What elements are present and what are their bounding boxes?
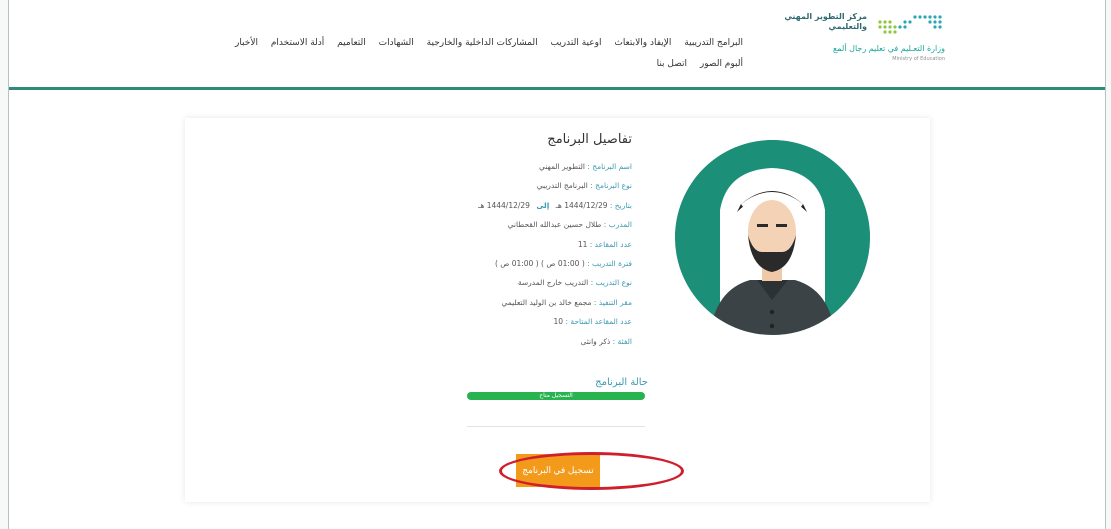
- detail-value: ذكر وانثى: [580, 336, 611, 346]
- nav-row-1: البرامج التدريبية الإيفاد والابتعاث اوعي…: [183, 38, 743, 48]
- detail-label: عدد المقاعد :: [589, 239, 632, 249]
- detail-date: بتاريخ : 1444/12/29 هـ إلى 1444/12/29 هـ: [372, 196, 632, 215]
- detail-seats: عدد المقاعد : 11: [372, 235, 632, 254]
- program-status-bar: التسجيل متاح: [467, 392, 645, 400]
- detail-value: 11: [577, 239, 588, 249]
- detail-label: المدرب :: [603, 220, 632, 230]
- site-header: مركز التطوير المهني والتعليمي وزارة التع…: [9, 0, 1105, 90]
- detail-available-seats: عدد المقاعد المتاحة : 10: [372, 312, 632, 331]
- detail-value: 1444/12/29 هـ: [555, 200, 608, 210]
- date-to-label: إلى: [536, 200, 550, 210]
- detail-label: نوع البرنامج :: [590, 181, 632, 191]
- detail-label: مقر التنفيذ :: [593, 297, 632, 307]
- detail-program-name: اسم البرنامج : التطوير المهني: [372, 157, 632, 176]
- detail-value: طلال حسين عبدالله القحطاني: [507, 220, 602, 230]
- nav-item-training-vessels[interactable]: اوعية التدريب: [550, 38, 601, 48]
- detail-value: التدريب خارج المدرسة: [517, 278, 589, 288]
- detail-label: اسم البرنامج :: [587, 162, 632, 171]
- detail-value: التطوير المهني: [539, 162, 585, 171]
- detail-program-type: نوع البرنامج : البرنامج التدريبي: [372, 176, 632, 195]
- program-title: تفاصيل البرنامج: [547, 132, 632, 147]
- detail-trainer: المدرب : طلال حسين عبدالله القحطاني: [372, 215, 632, 234]
- person-avatar-icon: [675, 140, 870, 335]
- logo-dots-icon: [878, 15, 942, 34]
- detail-label: فترة التدريب :: [587, 258, 632, 268]
- detail-value: 10: [553, 317, 564, 327]
- nav-item-contact[interactable]: اتصل بنا: [657, 59, 687, 69]
- detail-label: نوع التدريب :: [590, 278, 632, 288]
- nav-item-news[interactable]: الأخبار: [235, 38, 258, 48]
- nav-item-delegation[interactable]: الإيفاد والابتعاث: [614, 38, 671, 48]
- nav-item-participations[interactable]: المشاركات الداخلية والخارجية: [427, 38, 538, 48]
- ministry-name: وزارة التعـليم في تعليم رجال ألمع: [833, 44, 945, 53]
- detail-category: الفئة : ذكر وانثى: [372, 332, 633, 351]
- detail-value: ( 01:00 ص ) ( 01:00 ص ): [494, 258, 585, 268]
- nav-item-user-guides[interactable]: أدلة الاستخدام: [271, 38, 324, 48]
- nav-item-circulars[interactable]: التعاميم: [337, 38, 366, 48]
- program-details: تفاصيل البرنامج اسم البرنامج : التطوير ا…: [372, 132, 632, 351]
- nav-item-photo-album[interactable]: ألبوم الصور: [700, 59, 743, 69]
- ministry-name-en: Ministry of Education: [892, 56, 945, 62]
- program-status-label: حالة البرنامج: [595, 377, 648, 388]
- detail-label: عدد المقاعد المتاحة :: [565, 317, 632, 327]
- detail-training-period: فترة التدريب : ( 01:00 ص ) ( 01:00 ص ): [372, 254, 632, 273]
- divider: [467, 426, 645, 427]
- ministry-logo[interactable]: مركز التطوير المهني والتعليمي وزارة التع…: [755, 8, 945, 66]
- register-button[interactable]: تسجيل في البرنامج: [516, 454, 600, 487]
- trainer-avatar: [675, 140, 870, 335]
- detail-value: البرنامج التدريبي: [536, 181, 588, 191]
- detail-value-end: 1444/12/29 هـ: [478, 200, 530, 210]
- detail-value: مجمع خالد بن الوليد التعليمي: [501, 297, 592, 307]
- detail-training-type: نوع التدريب : التدريب خارج المدرسة: [372, 273, 632, 292]
- nav-item-certificates[interactable]: الشهادات: [379, 38, 414, 48]
- nav-item-training-programs[interactable]: البرامج التدريبية: [684, 38, 743, 48]
- nav-row-2: ألبوم الصور اتصل بنا: [183, 59, 743, 69]
- detail-venue: مقر التنفيذ : مجمع خالد بن الوليد التعلي…: [372, 293, 632, 312]
- detail-label: الفئة :: [612, 336, 632, 346]
- program-status-fill: التسجيل متاح: [467, 392, 645, 400]
- detail-label: بتاريخ :: [609, 200, 632, 210]
- center-title: مركز التطوير المهني والتعليمي: [784, 12, 867, 31]
- program-details-card: تفاصيل البرنامج اسم البرنامج : التطوير ا…: [185, 118, 930, 502]
- page-frame: مركز التطوير المهني والتعليمي وزارة التع…: [8, 0, 1106, 529]
- main-nav: البرامج التدريبية الإيفاد والابتعاث اوعي…: [183, 38, 743, 80]
